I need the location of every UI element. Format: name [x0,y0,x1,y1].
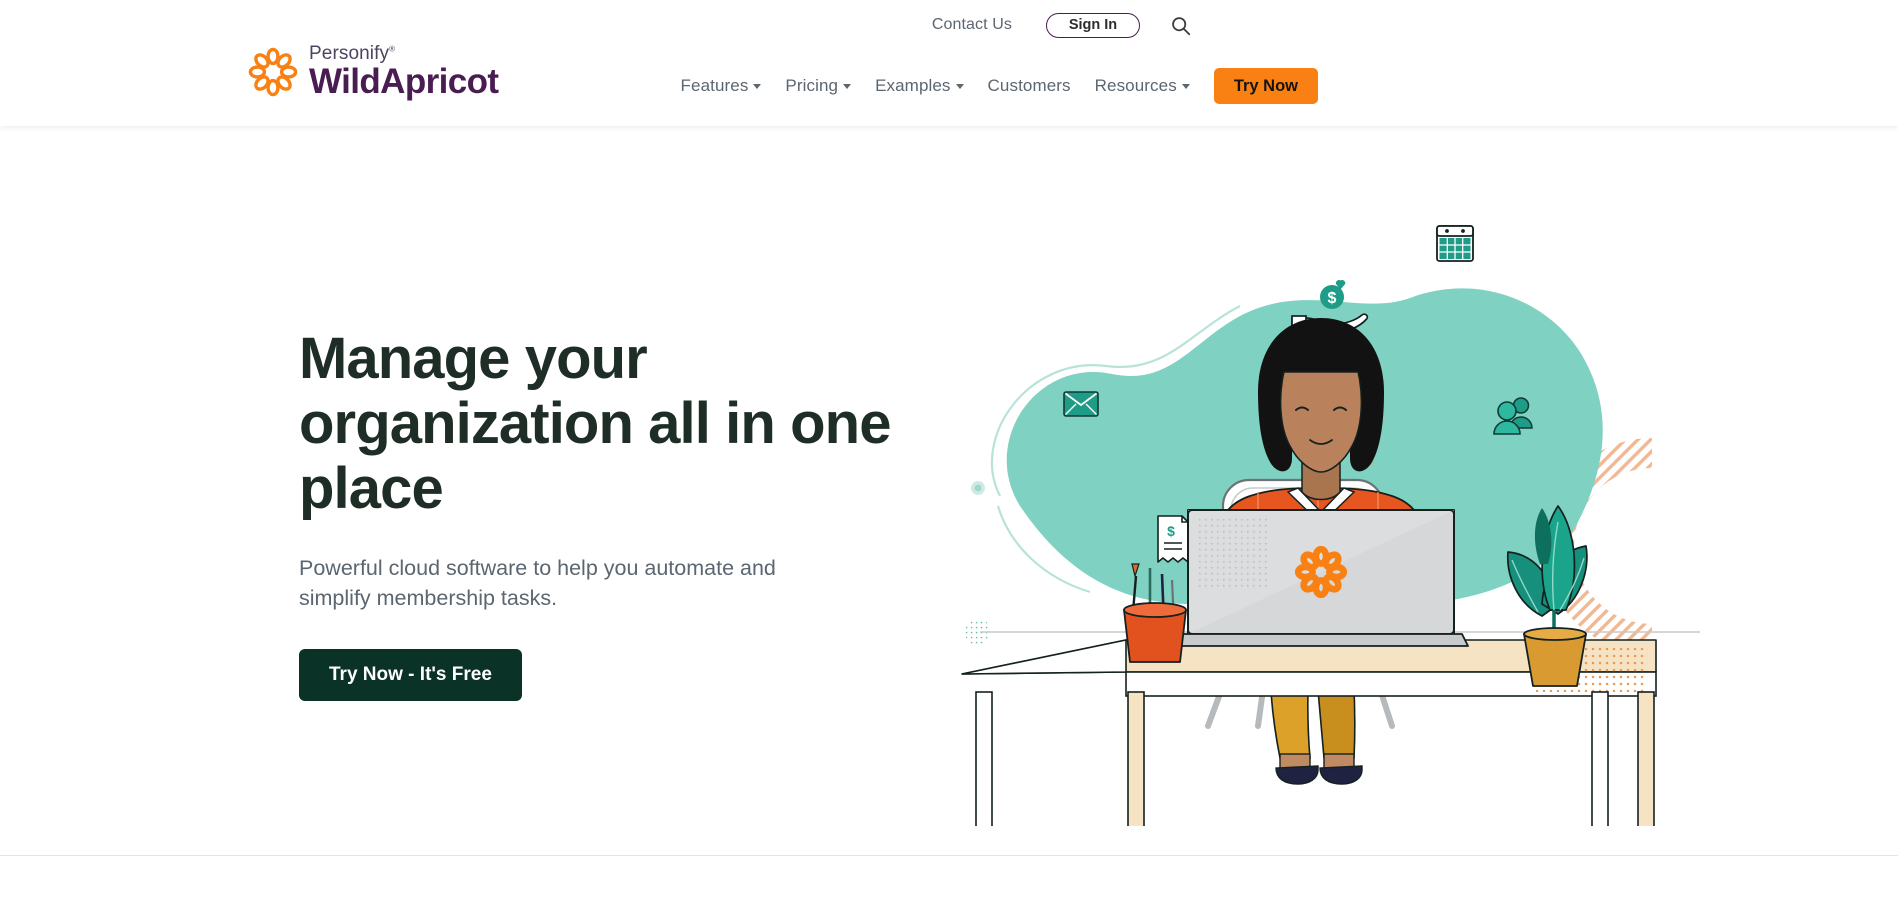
page-title: Manage your organization all in one plac… [299,326,891,521]
logo-personify-text: Personify® [309,43,396,64]
nav-label: Features [680,76,749,95]
svg-text:$: $ [1167,523,1175,539]
logo-wordmark: Personify® WildApricot [309,43,499,101]
hero-copy: Manage your organization all in one plac… [299,326,919,701]
sign-in-button[interactable]: Sign In [1046,12,1140,38]
teal-dot-small [974,484,982,492]
hero-section: Manage your organization all in one plac… [0,126,1898,854]
svg-text:$: $ [1328,290,1337,307]
nav-item-resources[interactable]: Resources [1083,72,1202,100]
section-divider [0,855,1898,856]
main-navigation: Features Pricing Examples Customers Reso… [669,68,1318,104]
hero-subtitle: Powerful cloud software to help you auto… [299,555,776,611]
hero-try-now-free-button[interactable]: Try Now - It's Free [299,648,522,701]
nav-item-features[interactable]: Features [669,72,774,100]
nav-item-pricing[interactable]: Pricing [773,72,863,100]
logo-wildapricot-text: WildApricot [309,62,499,101]
nav-item-customers[interactable]: Customers [976,72,1083,100]
site-logo[interactable]: Personify® WildApricot [247,43,499,101]
woman-at-desk-with-laptop-illustration: $ $ [940,206,1700,826]
chevron-down-icon [955,83,964,89]
nav-item-examples[interactable]: Examples [863,72,975,100]
nav-label: Examples [875,76,951,95]
envelope-icon [1063,391,1099,417]
wildapricot-sunburst-logo-icon [247,46,299,98]
utility-nav: Contact Us Sign In [0,8,1898,42]
nav-label: Customers [987,76,1071,95]
receipt-dollar-icon: $ [1157,515,1189,563]
chevron-down-icon [753,83,762,89]
contact-us-link[interactable]: Contact Us [932,16,1012,34]
search-icon[interactable] [1168,13,1192,37]
laptop [1173,509,1469,647]
calendar-icon [1436,225,1474,262]
chevron-down-icon [843,83,852,89]
nav-label: Resources [1094,76,1177,95]
chevron-down-icon [1181,83,1190,89]
try-now-button[interactable]: Try Now [1213,68,1318,104]
site-header: Contact Us Sign In Personify® WildAprico… [0,0,1898,126]
registered-mark: ® [389,44,396,54]
nav-label: Pricing [785,76,839,95]
